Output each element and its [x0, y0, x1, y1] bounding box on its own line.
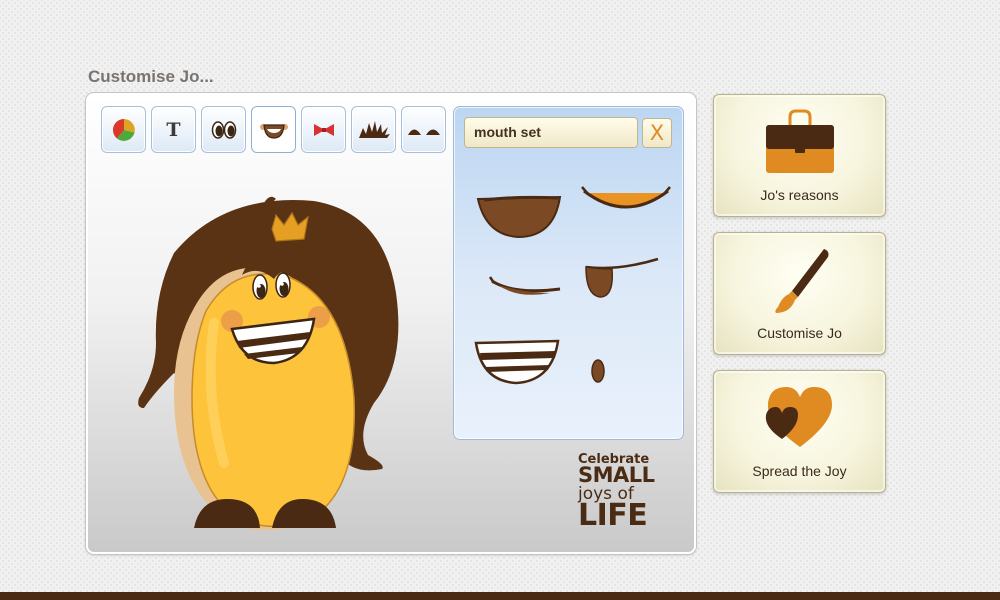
bow-tie-icon	[313, 123, 334, 136]
mouth-picker-panel: mouth set X	[453, 106, 684, 440]
mouth-tool-button[interactable]	[251, 106, 296, 153]
tagline-logo: Celebrate SMALL joys of LIFE	[578, 453, 658, 531]
hair-icon	[358, 120, 390, 138]
color-wheel-icon	[112, 118, 135, 141]
text-icon: T	[166, 118, 181, 141]
mouth-option-wide-open[interactable]	[474, 187, 570, 247]
mouth-set-field[interactable]: mouth set	[464, 117, 638, 148]
page-title: Customise Jo...	[88, 67, 214, 86]
customise-jo-label: Customise Jo	[757, 325, 842, 341]
mouth-option-smirk[interactable]	[484, 259, 580, 319]
jo-character	[134, 193, 404, 538]
spread-the-joy-card[interactable]: Spread the Joy	[713, 370, 886, 493]
mouth-icon	[259, 123, 288, 139]
color-tool-button[interactable]	[101, 106, 146, 153]
mouth-option-smile[interactable]	[578, 177, 674, 237]
smile-mouth-icon	[581, 186, 671, 209]
eyebrows-tool-button[interactable]	[401, 106, 446, 153]
jos-reasons-label: Jo's reasons	[760, 187, 839, 203]
small-o-mouth-icon	[591, 359, 605, 383]
jo-character-illustration	[138, 196, 399, 531]
teeth-grin-mouth-icon	[474, 339, 560, 385]
text-tool-button[interactable]: T	[151, 106, 196, 153]
wide-open-mouth-icon	[476, 195, 562, 239]
tagline-line-2: SMALL	[578, 463, 655, 487]
close-button[interactable]: X	[642, 118, 672, 148]
tongue-mouth-icon	[585, 257, 659, 298]
mouth-option-small-o[interactable]	[578, 341, 674, 401]
hearts-icon	[762, 383, 838, 453]
editor-panel: T mouth set X Celebrate SMALL joys of LI…	[86, 93, 696, 554]
eyebrows-icon	[407, 129, 440, 135]
spread-the-joy-label: Spread the Joy	[752, 463, 847, 479]
accessory-tool-button[interactable]	[301, 106, 346, 153]
paintbrush-icon	[762, 245, 838, 315]
customise-jo-card[interactable]: Customise Jo	[713, 232, 886, 355]
briefcase-icon	[762, 107, 838, 177]
smirk-mouth-icon	[488, 276, 561, 295]
eyes-tool-button[interactable]	[201, 106, 246, 153]
mouth-option-tongue[interactable]	[578, 255, 674, 315]
tagline-line-4: LIFE	[578, 498, 648, 533]
jos-reasons-card[interactable]: Jo's reasons	[713, 94, 886, 217]
hair-tool-button[interactable]	[351, 106, 396, 153]
eyes-icon	[211, 120, 236, 139]
mouth-option-teeth-grin[interactable]	[472, 333, 568, 393]
footer-bar	[0, 592, 1000, 600]
